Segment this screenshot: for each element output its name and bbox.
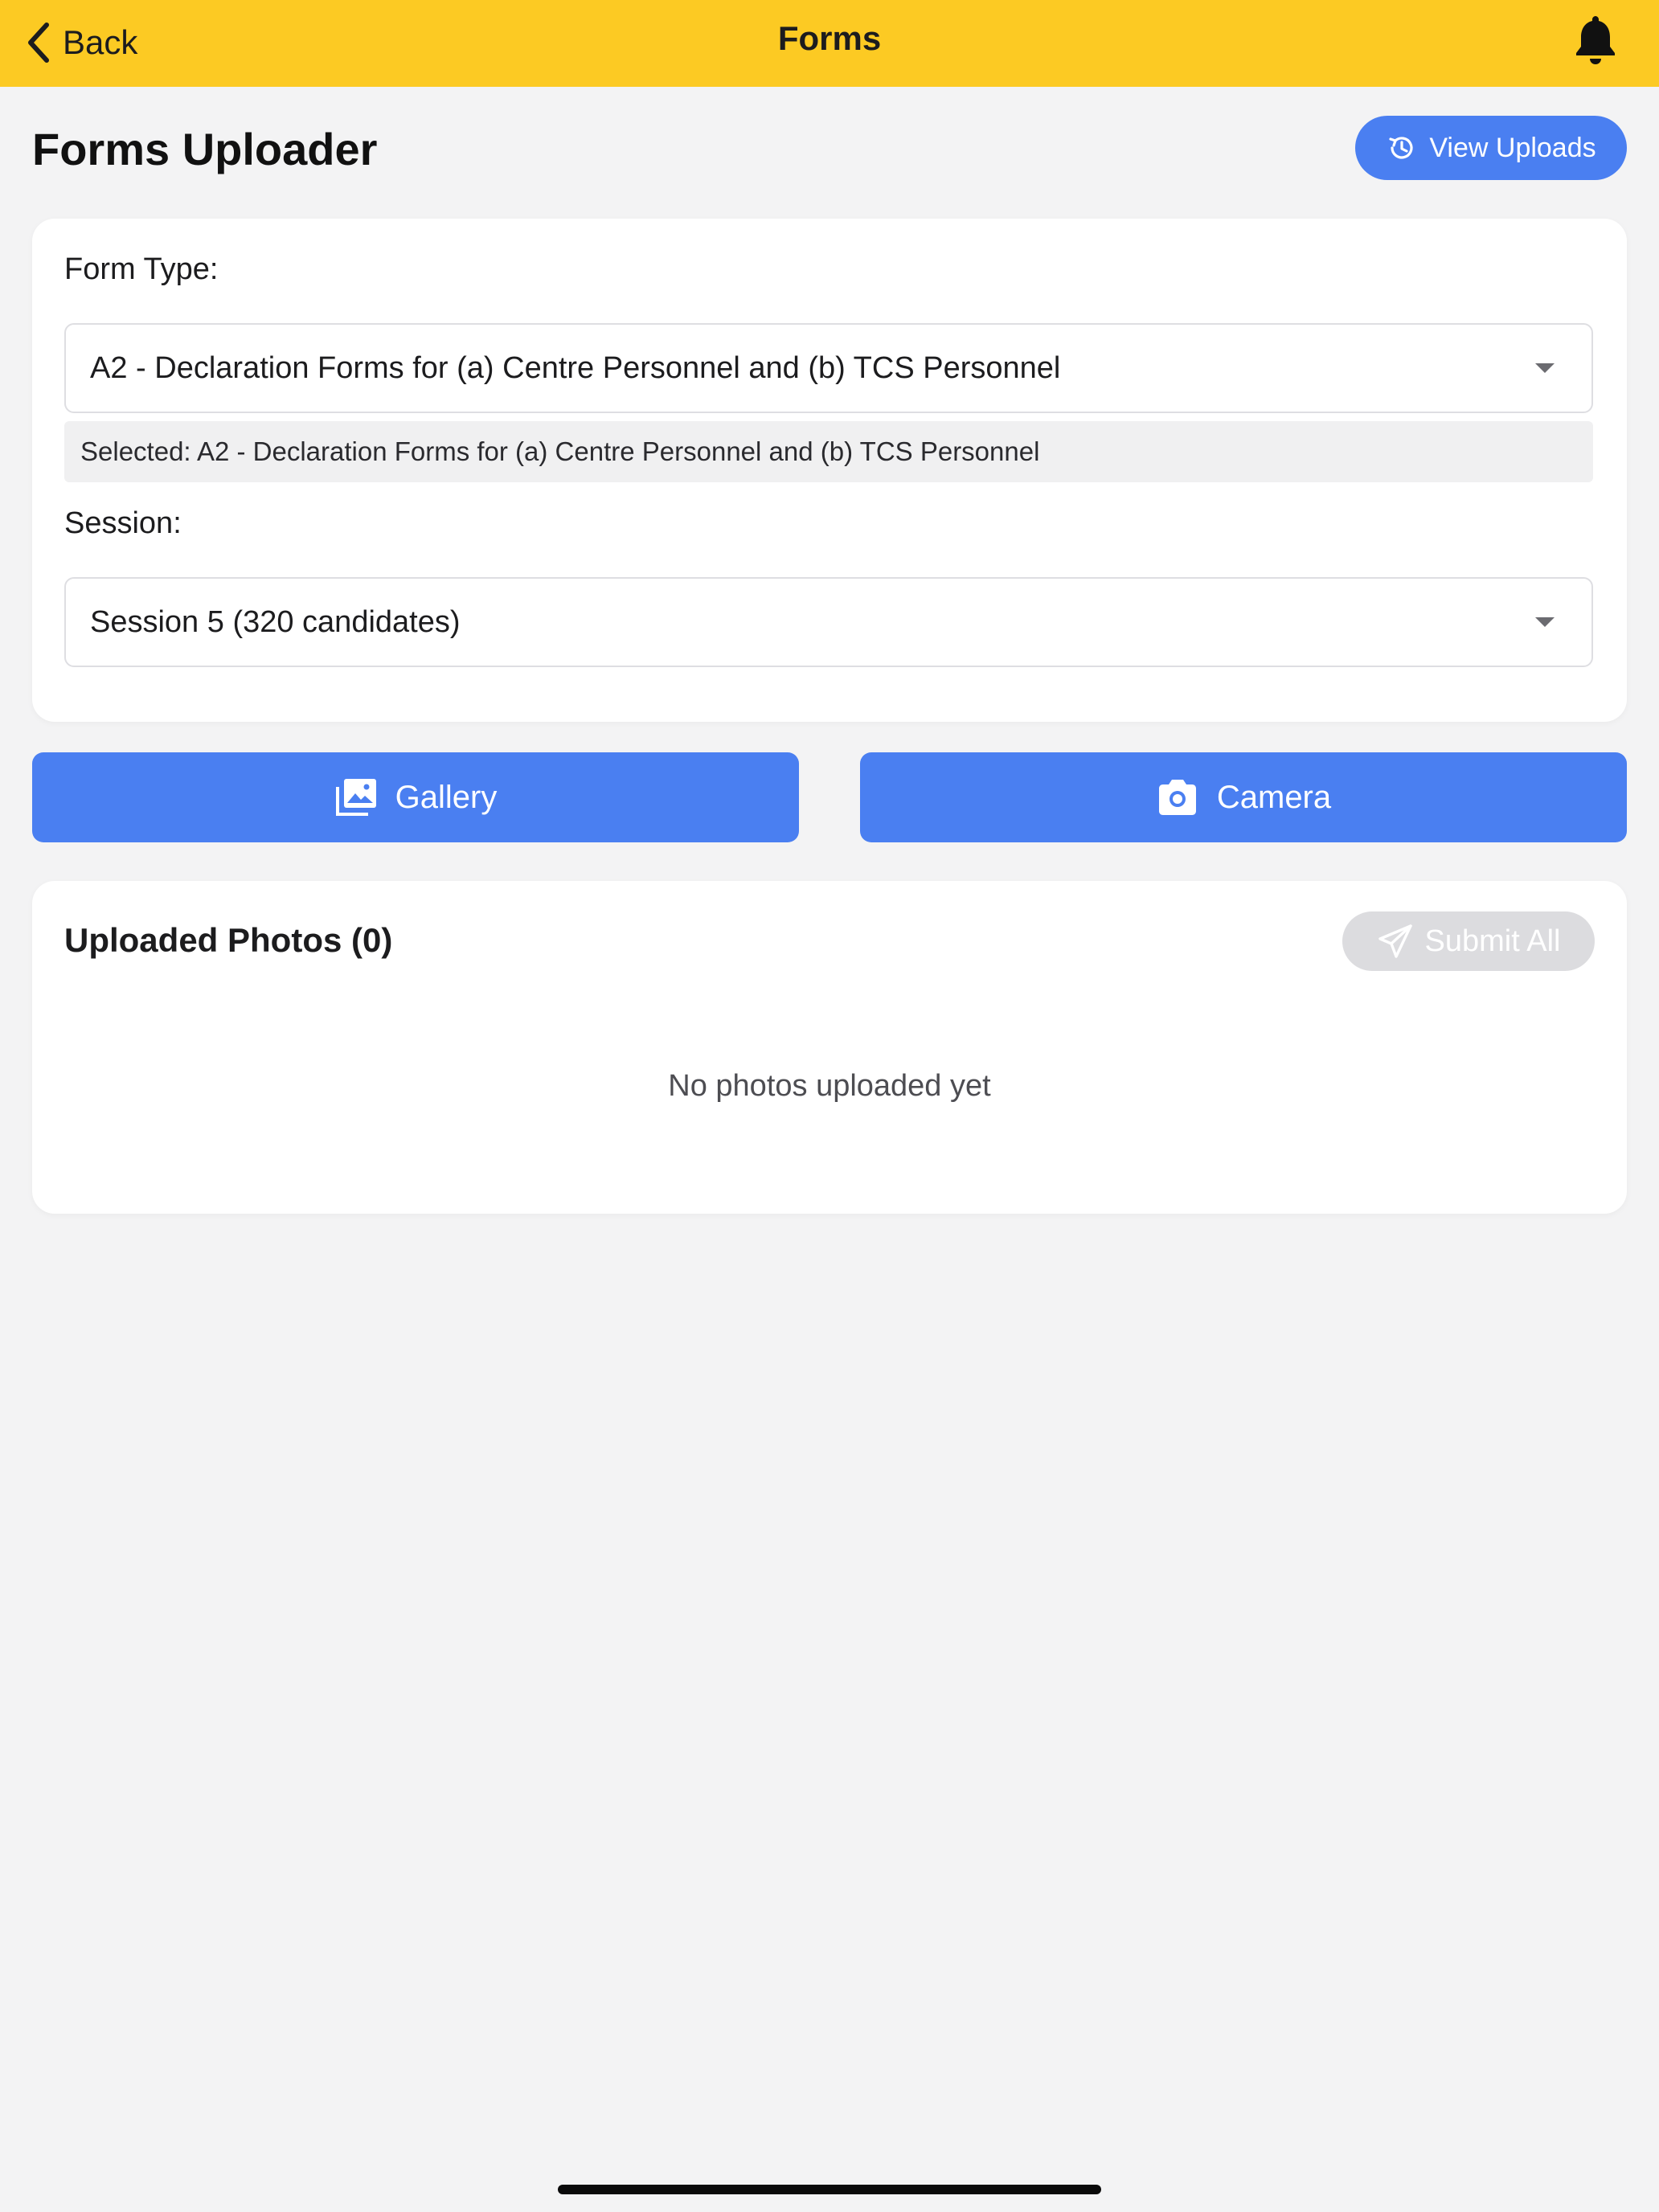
bell-icon[interactable]	[1571, 13, 1620, 66]
uploaded-photos-title: Uploaded Photos (0)	[64, 921, 393, 959]
caret-down-icon	[1535, 617, 1555, 627]
gallery-button[interactable]: Gallery	[32, 752, 799, 842]
session-label: Session:	[64, 506, 182, 540]
empty-state-text: No photos uploaded yet	[668, 1069, 991, 1103]
form-selection-card: Form Type: A2 - Declaration Forms for (a…	[32, 219, 1627, 722]
top-nav-bar: Back Forms	[0, 0, 1659, 87]
session-value: Session 5 (320 candidates)	[90, 605, 461, 639]
submit-all-button[interactable]: Submit All	[1342, 911, 1595, 971]
form-type-label: Form Type:	[64, 252, 219, 286]
back-label: Back	[63, 23, 138, 61]
submit-all-label: Submit All	[1424, 924, 1561, 958]
back-button[interactable]: Back	[24, 14, 137, 71]
view-uploads-label: View Uploads	[1429, 132, 1596, 163]
camera-label: Camera	[1216, 779, 1332, 815]
camera-button[interactable]: Camera	[860, 752, 1627, 842]
gallery-label: Gallery	[395, 779, 498, 815]
form-type-select[interactable]: A2 - Declaration Forms for (a) Centre Pe…	[64, 323, 1593, 413]
uploaded-photos-card: Uploaded Photos (0) Submit All No photos…	[32, 881, 1627, 1214]
camera-icon	[1158, 780, 1196, 815]
form-type-value: A2 - Declaration Forms for (a) Centre Pe…	[90, 351, 1061, 385]
home-indicator[interactable]	[558, 2185, 1101, 2194]
view-uploads-button[interactable]: View Uploads	[1355, 116, 1627, 180]
gallery-icon	[335, 779, 376, 816]
caret-down-icon	[1535, 363, 1555, 373]
chevron-left-icon	[28, 23, 49, 63]
nav-title: Forms	[777, 19, 882, 57]
history-icon	[1389, 137, 1413, 159]
session-select[interactable]: Session 5 (320 candidates)	[64, 577, 1593, 667]
page-title: Forms Uploader	[32, 124, 378, 174]
selected-form-note: Selected: A2 - Declaration Forms for (a)…	[64, 421, 1593, 482]
send-icon	[1378, 924, 1412, 958]
